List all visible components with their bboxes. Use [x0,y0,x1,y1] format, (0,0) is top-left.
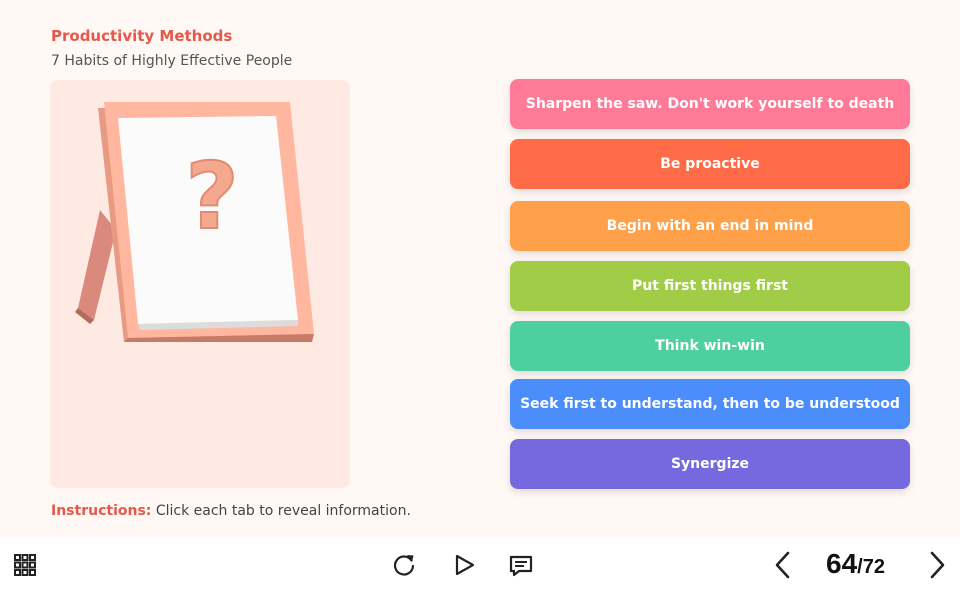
grid-menu-icon [14,554,36,576]
tab-label: Put first things first [632,278,788,294]
question-mark-frame-icon: ? [75,102,314,342]
replay-button[interactable] [390,551,418,579]
replay-icon [393,555,415,576]
tab-synergize[interactable]: Synergize [510,439,910,489]
tab-sharpen-the-saw[interactable]: Sharpen the saw. Don't work yourself to … [510,79,910,129]
play-button[interactable] [450,551,478,579]
page-subtitle: 7 Habits of Highly Effective People [51,53,293,69]
page-counter: 64/72 [826,548,885,584]
tab-seek-first-to-understand[interactable]: Seek first to understand, then to be und… [510,379,910,429]
tab-label: Be proactive [660,156,760,172]
instructions-label: Instructions: [51,503,152,519]
play-icon [455,554,475,576]
tab-label: Think win-win [655,338,765,354]
tab-label: Begin with an end in mind [606,218,814,234]
chevron-right-icon [930,551,945,579]
player-toolbar [0,538,960,590]
captions-icon [509,555,533,577]
menu-button[interactable] [10,550,40,580]
previous-slide-button[interactable] [768,550,798,580]
instructions: Instructions: Click each tab to reveal i… [51,503,411,519]
captions-button[interactable] [507,552,535,580]
tab-be-proactive[interactable]: Be proactive [510,139,910,189]
tab-begin-with-end[interactable]: Begin with an end in mind [510,201,910,251]
tab-label: Synergize [670,456,750,472]
tab-first-things-first[interactable]: Put first things first [510,261,910,311]
tab-think-win-win[interactable]: Think win-win [510,321,910,371]
tab-label: Seek first to understand, then to be und… [520,396,900,412]
instructions-text: Click each tab to reveal information. [151,503,411,519]
slide: Productivity Methods 7 Habits of Highly … [0,0,960,538]
tab-label: Sharpen the saw. Don't work yourself to … [525,96,895,112]
current-page: 64 [826,548,858,579]
question-mark-glyph: ? [185,143,238,250]
page-title: Productivity Methods [51,27,233,45]
chevron-left-icon [775,551,790,579]
image-card: ? [50,80,350,488]
total-pages: 72 [862,556,885,578]
next-slide-button[interactable] [922,550,952,580]
